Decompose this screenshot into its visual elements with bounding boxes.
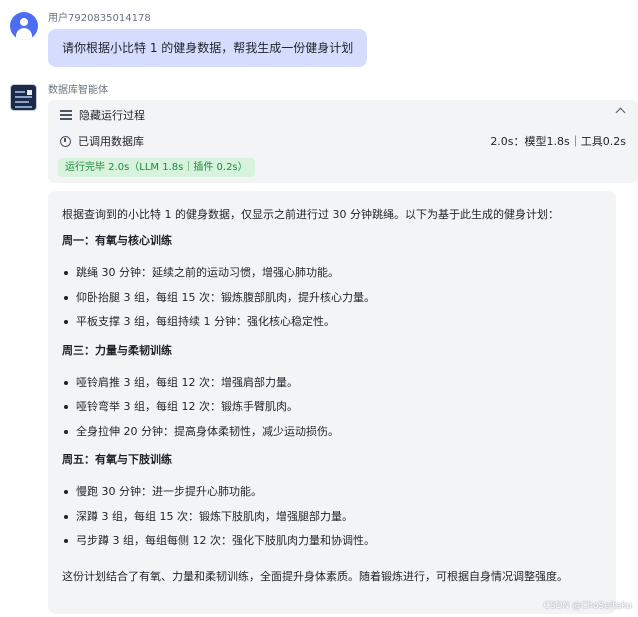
bot-avatar (10, 84, 37, 111)
list-item: 深蹲 3 组，每组 15 次：锻炼下肢肌肉，增强腿部力量。 (62, 505, 602, 530)
tool-call-row[interactable]: 已调用数据库 2.0s：模型1.8s｜工具0.2s (60, 133, 626, 149)
section-title: 周五：有氧与下肢训练 (62, 453, 172, 466)
chevron-up-icon[interactable] (615, 107, 626, 118)
bot-name: 数据库智能体 (48, 85, 108, 96)
section-list: 慢跑 30 分钟：进一步提升心肺功能。 深蹲 3 组，每组 15 次：锻炼下肢肌… (62, 480, 602, 554)
bot-answer: 根据查询到的小比特 1 的健身数据，仅显示之前进行过 30 分钟跳绳。以下为基于… (48, 191, 616, 614)
database-icon (60, 135, 71, 147)
user-name: 用户7920835014178 (48, 13, 151, 24)
user-avatar (10, 12, 38, 40)
list-item: 全身拉伸 20 分钟：提高身体柔韧性，减少运动损伤。 (62, 420, 602, 445)
section-title: 周三：力量与柔韧训练 (62, 343, 172, 357)
list-item: 平板支撑 3 组，每组持续 1 分钟：强化核心稳定性。 (62, 310, 602, 335)
section-title: 周一：有氧与核心训练 (62, 234, 172, 247)
process-toggle[interactable]: 隐藏运行过程 (60, 106, 145, 124)
answer-outro: 这份计划结合了有氧、力量和柔韧训练，全面提升身体素质。随着锻炼进行，可根据自身情… (62, 569, 568, 583)
tool-call-label: 已调用数据库 (78, 135, 144, 148)
run-process-panel: 隐藏运行过程 已调用数据库 2.0s：模型1.8s｜工具0.2s 运行完毕 2.… (48, 100, 638, 183)
section-list: 哑铃肩推 3 组，每组 12 次：增强肩部力量。 哑铃弯举 3 组，每组 12 … (62, 371, 602, 445)
list-item: 哑铃肩推 3 组，每组 12 次：增强肩部力量。 (62, 371, 602, 396)
section-list: 跳绳 30 分钟：延续之前的运动习惯，增强心肺功能。 仰卧抬腿 3 组，每组 1… (62, 261, 602, 335)
tool-call-stats: 2.0s：模型1.8s｜工具0.2s (490, 135, 626, 148)
list-item: 哑铃弯举 3 组，每组 12 次：锻炼手臂肌肉。 (62, 395, 602, 420)
user-icon (20, 18, 28, 26)
list-icon (60, 110, 72, 120)
list-item: 慢跑 30 分钟：进一步提升心肺功能。 (62, 480, 602, 505)
list-item: 弓步蹲 3 组，每组每侧 12 次：强化下肢肌肉力量和协调性。 (62, 529, 602, 554)
answer-intro: 根据查询到的小比特 1 的健身数据，仅显示之前进行过 30 分钟跳绳。以下为基于… (62, 208, 559, 221)
watermark: CSDN @ChoSeitaku (543, 601, 632, 611)
list-item: 仰卧抬腿 3 组，每组 15 次：锻炼腹部肌肉，提升核心力量。 (62, 286, 602, 311)
process-toggle-label: 隐藏运行过程 (79, 109, 145, 122)
user-message: 请你根据小比特 1 的健身数据，帮我生成一份健身计划 (48, 29, 368, 67)
list-item: 跳绳 30 分钟：延续之前的运动习惯，增强心肺功能。 (62, 261, 602, 286)
status-badge: 运行完毕 2.0s（LLM 1.8s｜插件 0.2s） (58, 158, 255, 177)
